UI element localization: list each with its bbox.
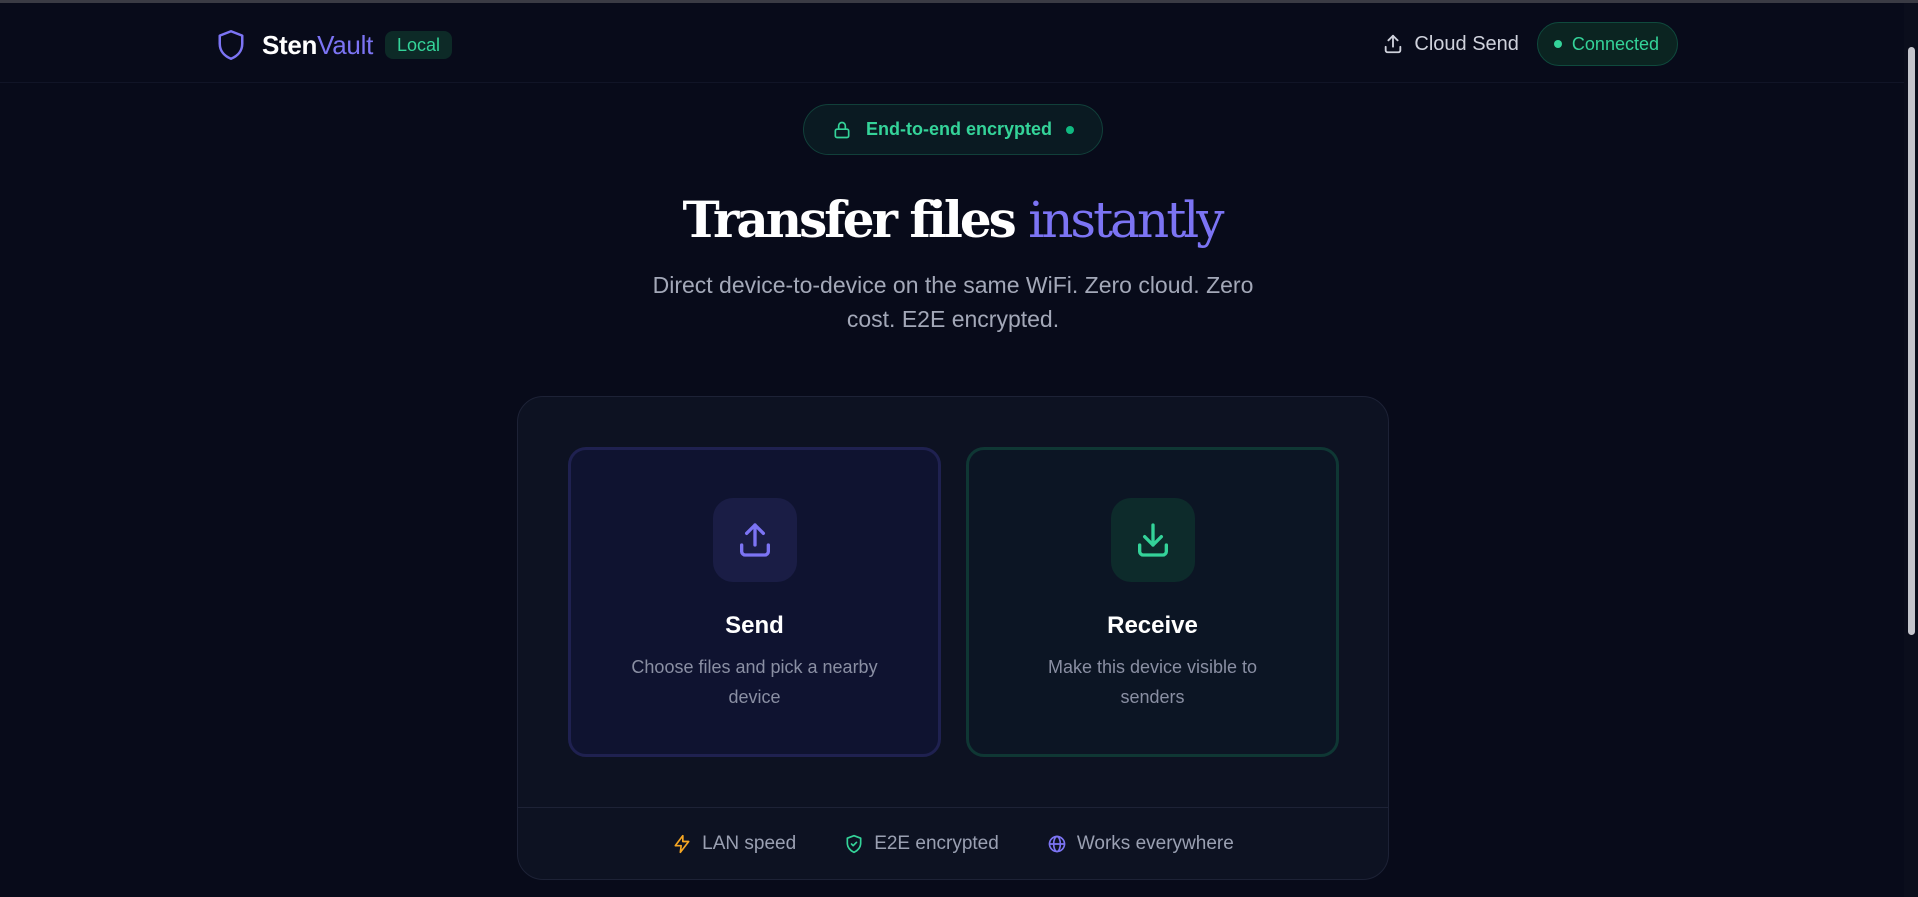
upload-icon	[1382, 33, 1404, 55]
feature-label: E2E encrypted	[874, 832, 999, 854]
brand-name-part2: Vault	[317, 29, 373, 60]
feature-works-everywhere: Works everywhere	[1047, 833, 1234, 855]
receive-card[interactable]: Receive Make this device visible to send…	[966, 447, 1339, 757]
feature-e2e-encrypted: E2E encrypted	[844, 833, 999, 855]
local-badge: Local	[385, 31, 453, 59]
receive-description: Make this device visible to senders	[1047, 657, 1258, 707]
send-icon-box	[712, 498, 797, 582]
encryption-status-dot	[1066, 125, 1074, 134]
features-bar: LAN speed E2E encrypted Works everywhere	[518, 807, 1388, 879]
header-actions: Cloud Send Connected	[1382, 21, 1678, 67]
app-header: StenVault Local Cloud Send Connected	[0, 3, 1904, 83]
scrollbar-thumb[interactable]	[1908, 47, 1915, 635]
page-title-part1: Transfer files	[682, 190, 1016, 249]
feature-lan-speed: LAN speed	[672, 833, 796, 855]
download-icon	[1133, 520, 1173, 560]
transfer-panel: Send Choose files and pick a nearby devi…	[517, 396, 1389, 880]
feature-label: Works everywhere	[1076, 832, 1234, 854]
cloud-send-label: Cloud Send	[1414, 32, 1519, 55]
page-scrollbar[interactable]	[1904, 3, 1918, 897]
send-title: Send	[725, 612, 784, 639]
brand[interactable]: StenVault Local	[216, 25, 453, 65]
upload-icon	[735, 520, 775, 560]
feature-label: LAN speed	[702, 832, 797, 854]
encryption-pill: End-to-end encrypted	[803, 104, 1103, 155]
connection-status-badge: Connected	[1536, 22, 1678, 66]
receive-title: Receive	[1107, 612, 1198, 639]
page-title: Transfer files instantly	[0, 188, 1904, 252]
globe-icon	[1047, 834, 1067, 854]
encryption-pill-label: End-to-end encrypted	[865, 119, 1052, 139]
receive-icon-box	[1110, 498, 1195, 582]
send-card[interactable]: Send Choose files and pick a nearby devi…	[568, 447, 941, 757]
brand-name-part1: Sten	[262, 29, 318, 60]
page-title-part2: instantly	[1028, 191, 1224, 249]
brand-name: StenVault	[262, 30, 373, 61]
send-description: Choose files and pick a nearby device	[631, 657, 878, 707]
lightning-icon	[672, 834, 692, 854]
lock-icon	[832, 120, 852, 140]
shield-logo-icon	[216, 28, 248, 62]
cloud-send-button[interactable]: Cloud Send	[1382, 33, 1519, 56]
connection-status-label: Connected	[1571, 33, 1659, 54]
page-subtitle: Direct device-to-device on the same WiFi…	[652, 272, 1254, 332]
shield-check-icon	[844, 834, 864, 854]
status-dot	[1553, 40, 1562, 48]
